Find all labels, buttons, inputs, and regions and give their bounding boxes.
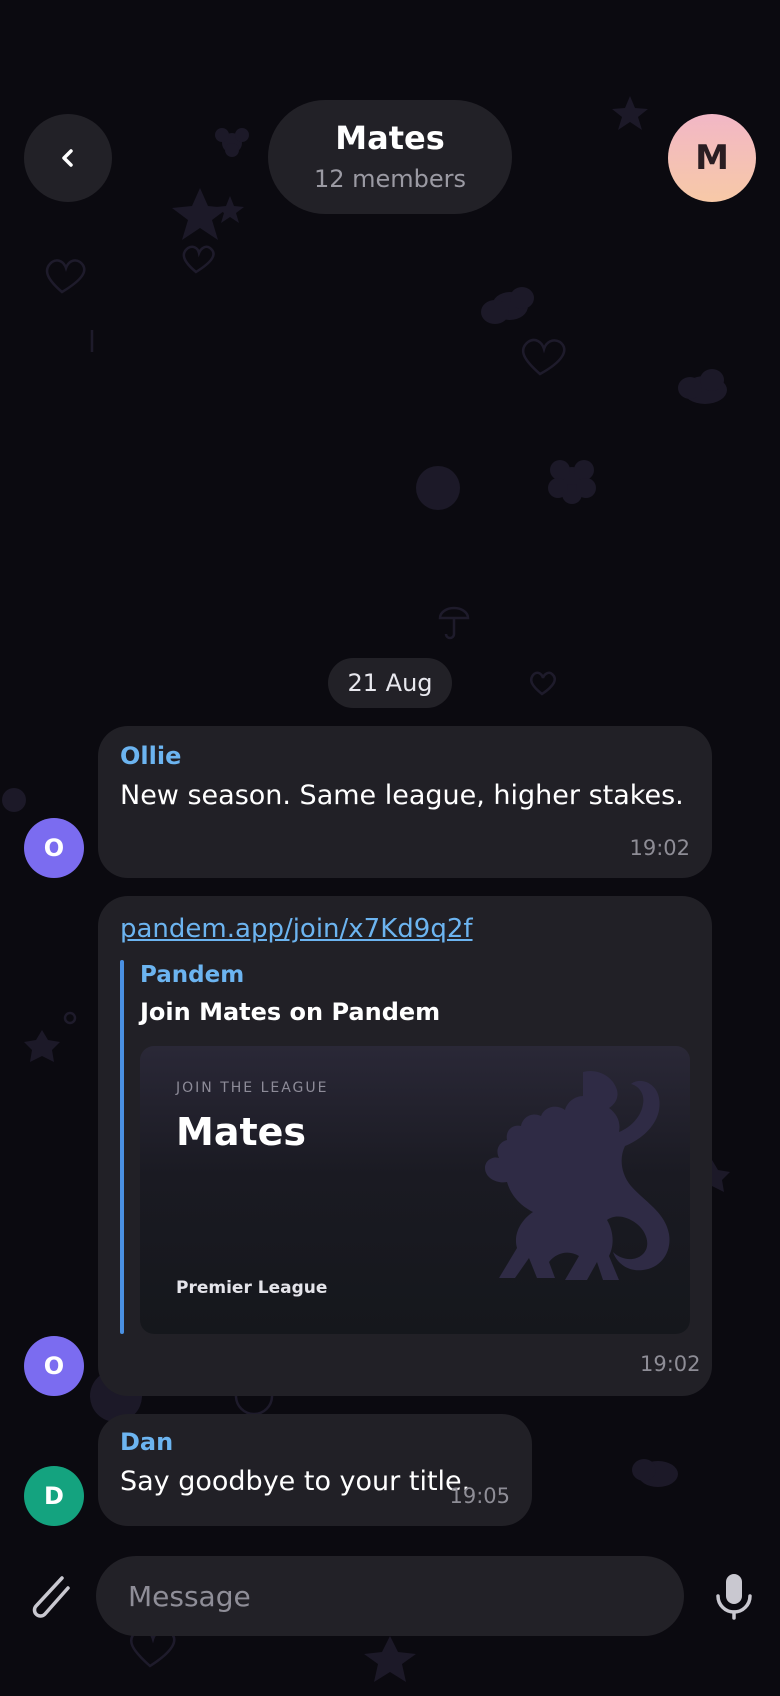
group-avatar-initial: M	[695, 138, 729, 178]
avatar[interactable]: O	[24, 818, 84, 878]
message-text: Say goodbye to your title.	[120, 1466, 471, 1497]
chat-title-pill[interactable]: Mates 12 members	[268, 100, 512, 214]
invite-link[interactable]: pandem.app/join/x7Kd9q2f	[120, 914, 473, 944]
microphone-icon[interactable]	[706, 1568, 762, 1624]
message-time: 19:02	[640, 1352, 701, 1376]
sender-name: Dan	[120, 1428, 174, 1456]
link-preview-card[interactable]: JOIN THE LEAGUE Mates Premier League	[140, 1046, 690, 1334]
back-chevron-icon	[58, 148, 78, 168]
card-kicker: JOIN THE LEAGUE	[176, 1080, 329, 1096]
message-input[interactable]: Message	[96, 1556, 684, 1636]
back-button[interactable]	[24, 114, 112, 202]
date-separator: 21 Aug	[328, 658, 452, 708]
message-time: 19:05	[449, 1484, 510, 1508]
chat-title: Mates	[335, 119, 445, 157]
avatar-initial: O	[43, 834, 65, 862]
sender-name: Ollie	[120, 742, 182, 770]
lion-crest-icon	[485, 1064, 675, 1314]
avatar-initial: O	[43, 1352, 65, 1380]
message-bubble[interactable]: Dan Say goodbye to your title. 19:05	[98, 1414, 532, 1526]
message-text: New season. Same league, higher stakes.	[120, 780, 684, 811]
card-subtitle: Premier League	[176, 1278, 328, 1298]
avatar[interactable]: D	[24, 1466, 84, 1526]
card-title: Mates	[176, 1110, 307, 1154]
link-preview-accent-bar	[120, 960, 124, 1334]
date-label: 21 Aug	[347, 669, 433, 697]
message-bubble[interactable]: Ollie New season. Same league, higher st…	[98, 726, 712, 878]
message-time: 19:02	[629, 836, 690, 860]
member-count: 12 members	[313, 165, 467, 193]
group-avatar[interactable]: M	[668, 114, 756, 202]
paperclip-icon[interactable]	[22, 1566, 78, 1622]
message-placeholder: Message	[128, 1579, 251, 1613]
avatar[interactable]: O	[24, 1336, 84, 1396]
avatar-initial: D	[44, 1482, 64, 1510]
link-preview-title: Join Mates on Pandem	[140, 998, 441, 1026]
link-preview-site: Pandem	[140, 962, 245, 988]
